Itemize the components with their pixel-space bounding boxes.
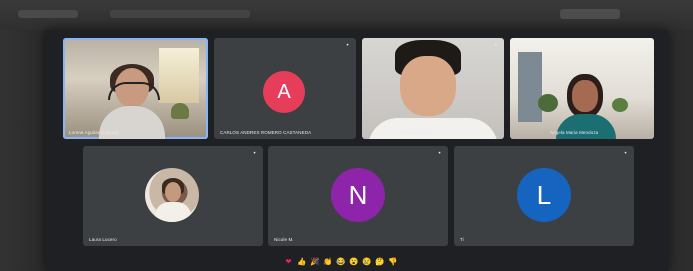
participant-tile[interactable]: • Angela Maria Mendoza [510, 38, 654, 139]
participant-name: Kevin Romero [402, 130, 432, 135]
participant-name: Lorena Aguilar (Lorena) [69, 130, 119, 135]
meeting-stage: ••• Lorena Aguilar (Lorena) A • CARLOS A… [46, 30, 668, 271]
top-bar-blur-text [18, 10, 78, 18]
thumbs-up-reaction-icon[interactable]: 👍 [297, 256, 306, 268]
mic-off-icon: • [253, 151, 256, 157]
sad-reaction-icon[interactable]: 😢 [362, 256, 371, 268]
background-window [159, 48, 199, 103]
background-plant [612, 98, 628, 112]
heart-reaction-icon[interactable]: ❤ [284, 256, 293, 268]
right-margin [668, 30, 693, 271]
participant-face [400, 56, 456, 116]
mic-off-icon: • [494, 43, 497, 49]
background-plant [538, 94, 558, 112]
photo-face [165, 182, 181, 202]
participant-tile[interactable]: L • Ti [454, 146, 634, 246]
window-top-bar [0, 0, 693, 30]
background-door [518, 52, 542, 122]
reaction-bar: ❤ 👍 🎉 👏 😂 😮 😢 🤔 👎 [284, 256, 397, 268]
top-bar-blur-button[interactable] [560, 9, 620, 19]
clap-reaction-icon[interactable]: 👏 [323, 256, 332, 268]
laughing-reaction-icon[interactable]: 😂 [336, 256, 345, 268]
participant-name: Angela Maria Mendoza [550, 130, 599, 135]
mic-off-icon: • [644, 43, 647, 49]
avatar: N [331, 168, 385, 222]
participant-tile[interactable]: N • Nicole M. [268, 146, 448, 246]
background-plant [171, 103, 189, 119]
mic-off-icon: • [624, 151, 627, 157]
thinking-reaction-icon[interactable]: 🤔 [375, 256, 384, 268]
participant-body [368, 118, 498, 139]
speaking-indicator-icon: ••• [198, 41, 204, 47]
avatar: L [517, 168, 571, 222]
participant-tile[interactable]: ••• Lorena Aguilar (Lorena) [63, 38, 208, 139]
participant-name: Nicole M. [274, 237, 294, 242]
participant-body [556, 114, 616, 139]
participant-tile[interactable]: A • CARLOS ANDRES ROMERO CASTANEDA [214, 38, 356, 139]
participant-tile[interactable]: • Kevin Romero [362, 38, 504, 139]
photo-shirt [155, 202, 191, 222]
thumbs-down-reaction-icon[interactable]: 👎 [388, 256, 397, 268]
profile-photo [145, 168, 199, 222]
mic-off-icon: • [438, 151, 441, 157]
party-popper-reaction-icon[interactable]: 🎉 [310, 256, 319, 268]
left-margin [0, 30, 46, 271]
participant-name: Laura Lucero [89, 237, 117, 242]
headset [108, 82, 160, 100]
avatar: A [263, 71, 305, 113]
participant-name: Ti [460, 237, 464, 242]
top-bar-blur-text [110, 10, 250, 18]
participant-tile[interactable]: • Laura Lucero [83, 146, 263, 246]
participant-name: CARLOS ANDRES ROMERO CASTANEDA [220, 130, 312, 135]
participant-face [572, 80, 598, 112]
surprised-reaction-icon[interactable]: 😮 [349, 256, 358, 268]
mic-off-icon: • [346, 43, 349, 49]
